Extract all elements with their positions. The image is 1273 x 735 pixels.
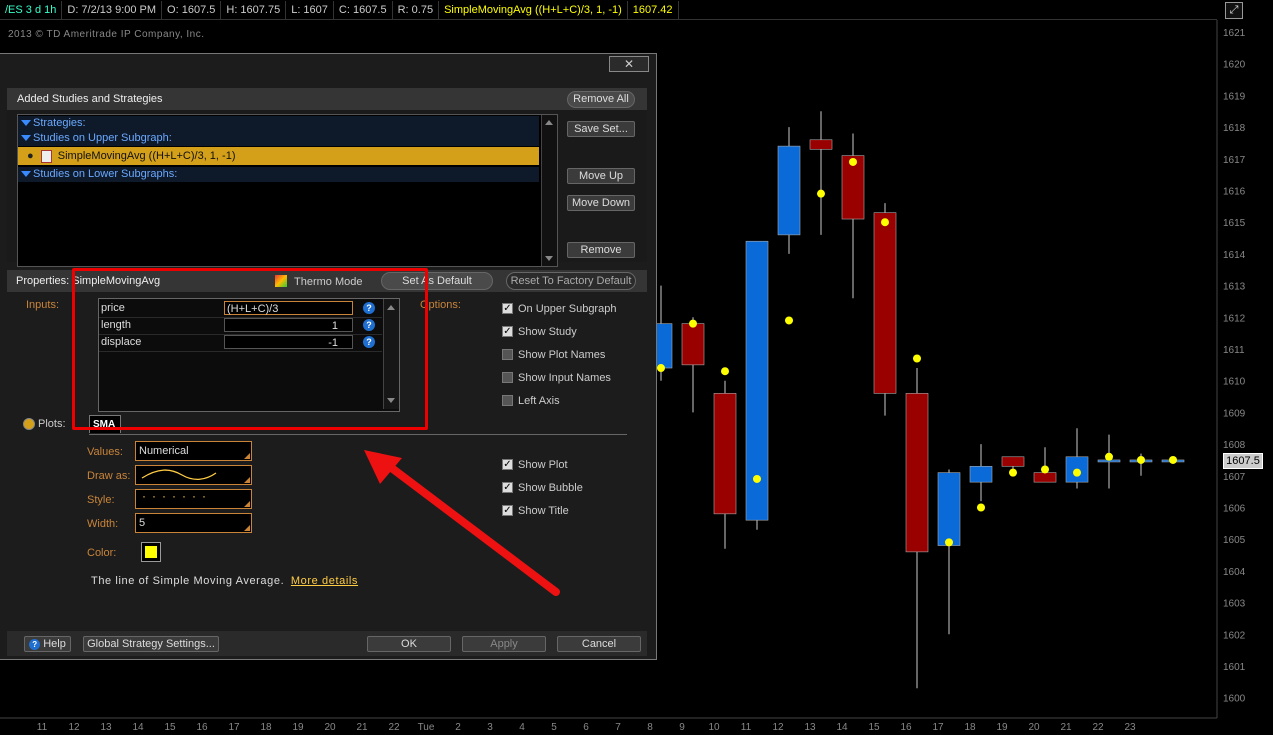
annotation-arrow <box>364 450 560 596</box>
